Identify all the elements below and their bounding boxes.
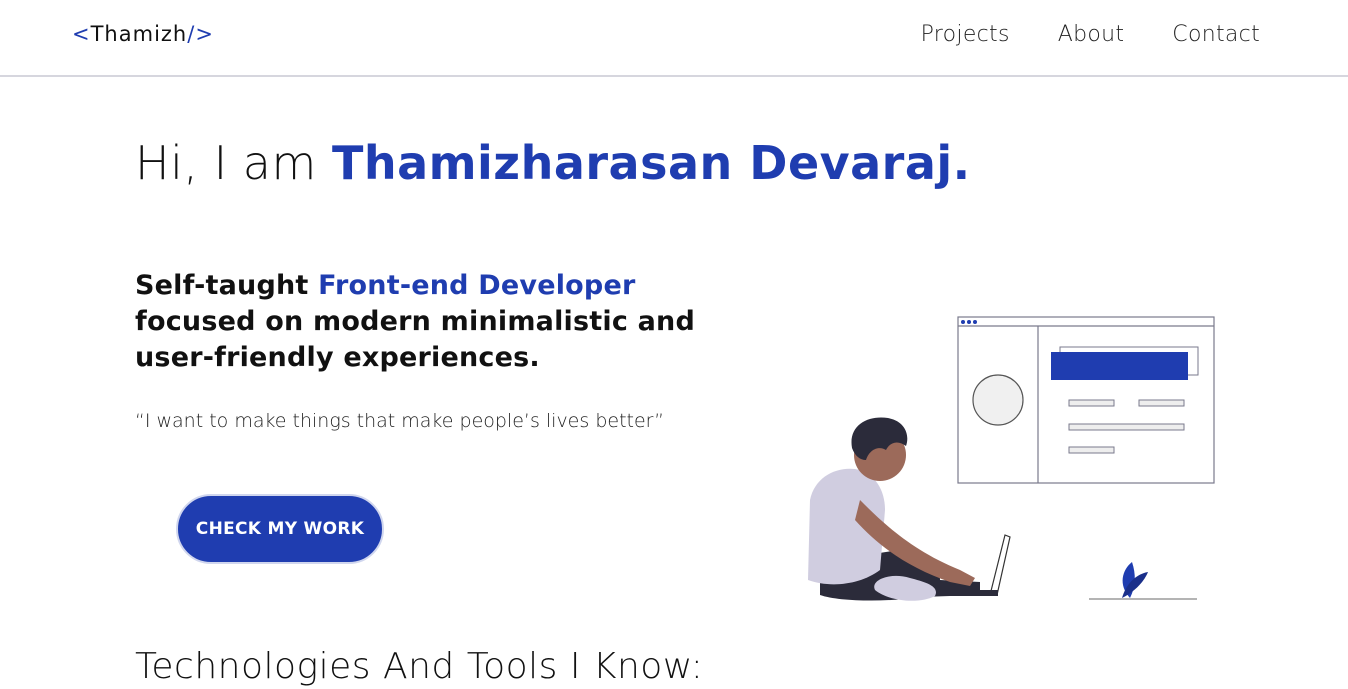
logo-open-bracket: < — [72, 22, 91, 46]
developer-illustration — [808, 316, 1215, 601]
logo-text: Thamizh — [90, 22, 188, 46]
hero-greeting: Hi, I am — [135, 136, 332, 190]
plant-graphic — [1089, 562, 1197, 600]
site-logo[interactable]: <Thamizh/> — [72, 22, 214, 46]
tagline-rest: focused on modern minimalistic and user-… — [135, 306, 695, 373]
navbar: <Thamizh/> Projects About Contact — [0, 0, 1348, 77]
tagline-role: Front-end Developer — [318, 270, 636, 301]
hero-title: Hi, I am Thamizharasan Devaraj. — [135, 136, 971, 190]
nav-link-about[interactable]: About — [1058, 22, 1125, 47]
nav-links: Projects About Contact — [921, 22, 1260, 47]
hero-tagline: Self-taught Front-end Developer focused o… — [135, 268, 755, 376]
nav-link-contact[interactable]: Contact — [1172, 22, 1260, 47]
tagline-prefix: Self-taught — [135, 270, 319, 301]
nav-link-projects[interactable]: Projects — [921, 22, 1010, 47]
hero-quote: “I want to make things that make people’… — [135, 410, 665, 432]
hero-name: Thamizharasan Devaraj. — [331, 136, 971, 190]
technologies-title: Technologies And Tools I Know: — [135, 646, 704, 687]
check-my-work-button[interactable]: CHECK MY WORK — [176, 494, 384, 564]
browser-window-graphic — [957, 316, 1215, 484]
logo-close-bracket: /> — [187, 22, 214, 46]
